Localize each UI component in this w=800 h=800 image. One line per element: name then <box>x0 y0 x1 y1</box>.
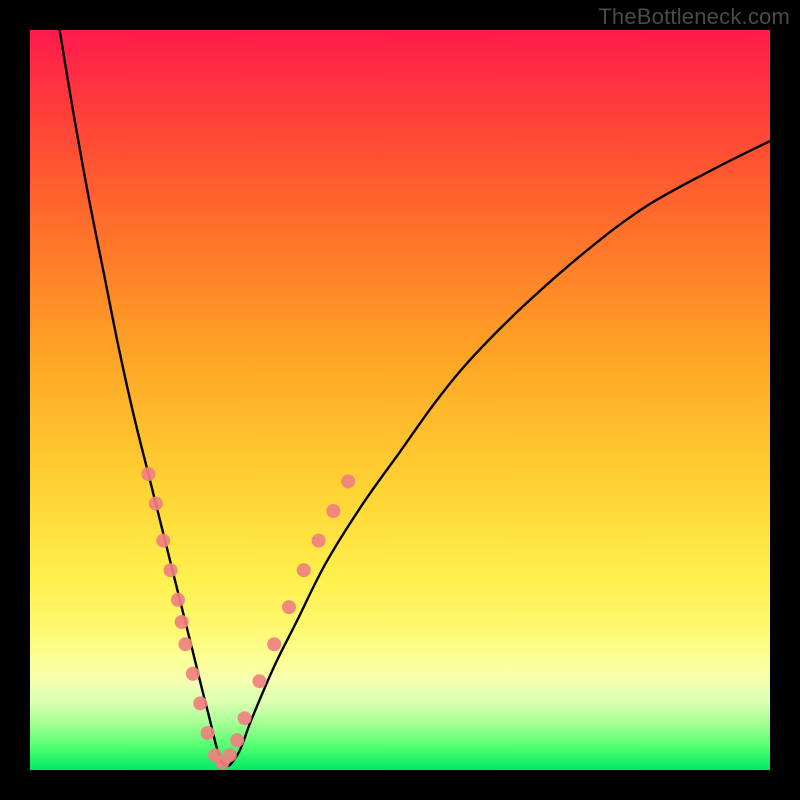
highlight-point <box>193 696 207 710</box>
highlight-point <box>326 504 340 518</box>
plot-area <box>30 30 770 770</box>
highlight-point <box>238 711 252 725</box>
highlight-point <box>201 726 215 740</box>
highlight-point <box>171 593 185 607</box>
highlight-point <box>267 637 281 651</box>
bottleneck-curve-path <box>60 30 770 766</box>
highlight-point <box>223 748 237 762</box>
highlight-point <box>297 563 311 577</box>
highlight-point <box>341 474 355 488</box>
bottleneck-curve <box>60 30 770 766</box>
highlight-point <box>252 674 266 688</box>
highlighted-points <box>141 467 355 770</box>
highlight-point <box>156 534 170 548</box>
highlight-point <box>164 563 178 577</box>
highlight-point <box>230 733 244 747</box>
highlight-point <box>175 615 189 629</box>
highlight-point <box>178 637 192 651</box>
highlight-point <box>141 467 155 481</box>
chart-frame: TheBottleneck.com <box>0 0 800 800</box>
highlight-point <box>312 534 326 548</box>
attribution-text: TheBottleneck.com <box>598 4 790 30</box>
curve-layer <box>30 30 770 770</box>
highlight-point <box>186 667 200 681</box>
highlight-point <box>282 600 296 614</box>
highlight-point <box>149 497 163 511</box>
